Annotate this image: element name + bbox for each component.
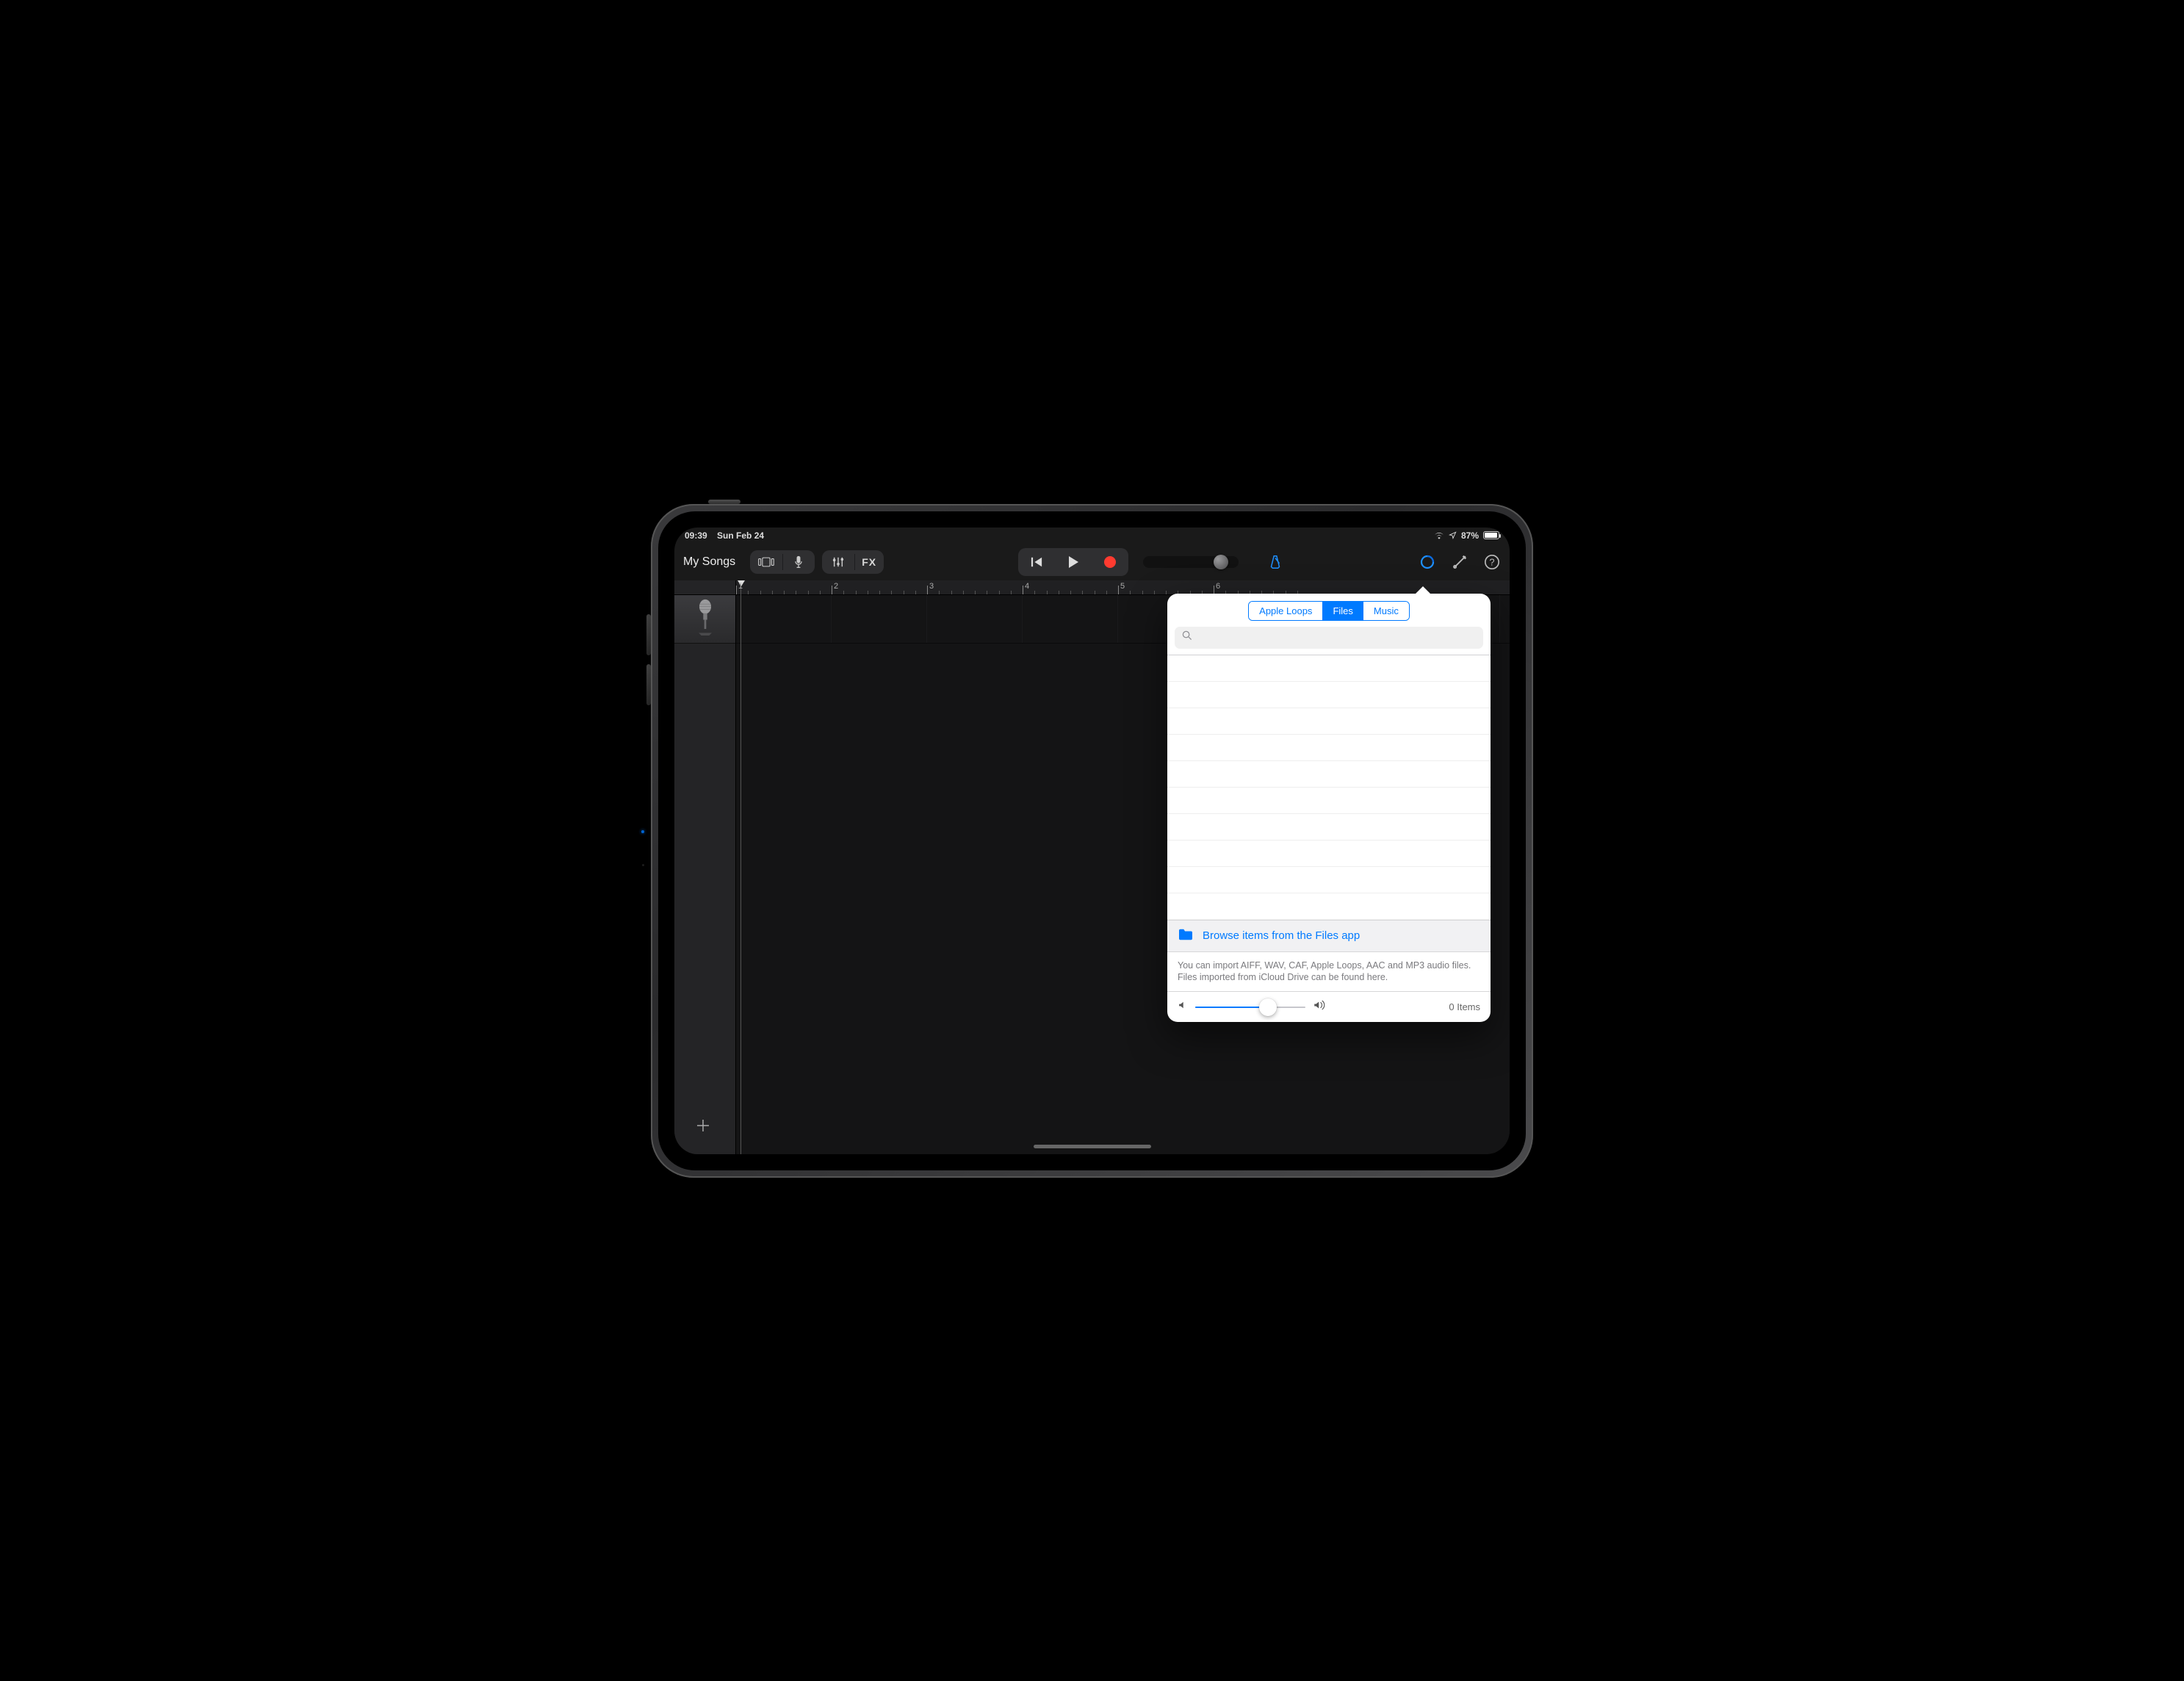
- status-bar: 09:39 Sun Feb 24 87%: [674, 528, 1510, 544]
- search-icon: [1182, 630, 1192, 644]
- microphone-icon: [692, 599, 718, 639]
- master-volume-knob[interactable]: [1214, 555, 1228, 569]
- browser-tabs: Apple Loops Files Music: [1248, 601, 1410, 621]
- home-indicator[interactable]: [1034, 1145, 1151, 1148]
- status-time: 09:39: [685, 530, 707, 541]
- wifi-icon: [1434, 531, 1444, 539]
- add-track-button[interactable]: [692, 1115, 714, 1137]
- nav-back-my-songs[interactable]: My Songs: [683, 555, 735, 569]
- metronome-button[interactable]: [1266, 553, 1284, 571]
- volume-low-icon: [1178, 1000, 1188, 1014]
- folder-icon: [1178, 928, 1194, 944]
- go-to-beginning-button[interactable]: [1018, 548, 1055, 576]
- status-battery-percent: 87%: [1461, 530, 1479, 541]
- location-icon: [1449, 531, 1457, 539]
- ruler-bar-number: 1: [738, 582, 743, 591]
- search-input[interactable]: [1175, 627, 1483, 649]
- loop-browser-button[interactable]: [1419, 553, 1436, 571]
- status-date: Sun Feb 24: [717, 530, 764, 541]
- battery-icon: [1483, 531, 1499, 539]
- ruler-bar-number: 3: [929, 582, 934, 591]
- device-mic-hole: [642, 864, 644, 866]
- play-button[interactable]: [1055, 548, 1092, 576]
- tracks-view-button[interactable]: [750, 550, 782, 574]
- preview-volume-slider[interactable]: [1195, 1006, 1305, 1009]
- item-count-label: 0 Items: [1449, 1001, 1480, 1012]
- ruler-bar-number: 5: [1120, 582, 1125, 591]
- help-button[interactable]: ?: [1483, 553, 1501, 571]
- import-hint-text: You can import AIFF, WAV, CAF, Apple Loo…: [1167, 952, 1491, 993]
- transport-controls: [1018, 548, 1128, 576]
- settings-button[interactable]: [1451, 553, 1468, 571]
- browse-files-app-button[interactable]: Browse items from the Files app: [1167, 920, 1491, 952]
- device-power-button[interactable]: [708, 500, 740, 504]
- master-volume-slider[interactable]: [1143, 556, 1239, 568]
- ruler-bar-number: 6: [1216, 582, 1220, 591]
- file-list[interactable]: [1167, 655, 1491, 920]
- tab-files[interactable]: Files: [1322, 602, 1363, 620]
- tab-apple-loops[interactable]: Apple Loops: [1249, 602, 1322, 620]
- record-button[interactable]: [1092, 548, 1128, 576]
- track-controls-button[interactable]: [822, 550, 854, 574]
- browse-files-label: Browse items from the Files app: [1203, 929, 1360, 942]
- timeline-ruler[interactable]: 1 2 3 4 5 6: [736, 580, 1510, 595]
- device-indicator-led: [641, 830, 644, 833]
- ruler-bar-number: 4: [1025, 582, 1029, 591]
- svg-text:?: ?: [1489, 556, 1494, 567]
- preview-volume-knob[interactable]: [1259, 998, 1277, 1016]
- ruler-bar-number: 2: [834, 582, 838, 591]
- track-header-audio-1[interactable]: [674, 595, 735, 644]
- fx-button[interactable]: FX: [854, 550, 884, 574]
- loop-browser-popover: Apple Loops Files Music: [1167, 594, 1491, 1023]
- main-toolbar: My Songs FX: [674, 544, 1510, 580]
- microphone-input-button[interactable]: [782, 550, 815, 574]
- tab-music[interactable]: Music: [1363, 602, 1409, 620]
- search-field-input[interactable]: [1197, 632, 1476, 644]
- volume-high-icon: [1313, 999, 1326, 1015]
